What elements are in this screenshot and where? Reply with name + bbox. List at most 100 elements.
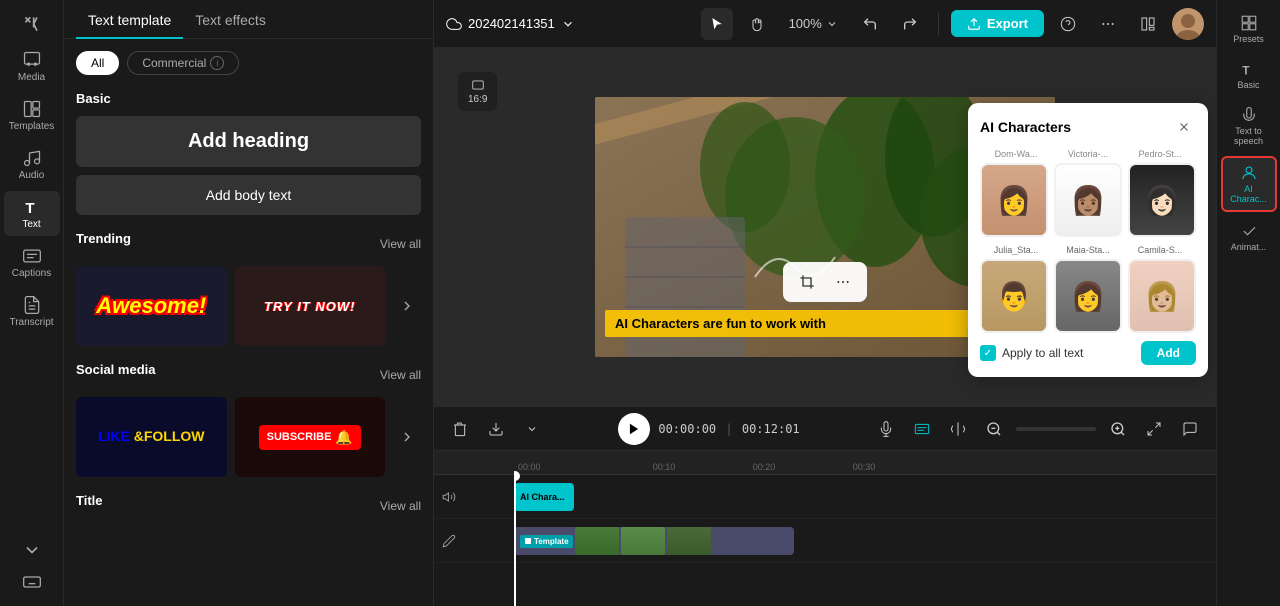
redo-icon (902, 16, 918, 32)
char-name-5: Maia-Sta... (1054, 245, 1122, 255)
social-card-2[interactable]: SUBSCRIBE 🔔 (235, 397, 386, 477)
ai-panel-close-btn[interactable] (1172, 115, 1196, 139)
delete-clip-btn[interactable] (446, 415, 474, 443)
timeline-ruler: 00:00 00:10 00:20 00:30 (514, 451, 1216, 475)
filter-commercial-btn[interactable]: Commercial i (127, 51, 239, 75)
play-icon (627, 422, 641, 436)
ai-char-card-5[interactable]: 👩 (1054, 259, 1122, 333)
ai-add-btn[interactable]: Add (1141, 341, 1196, 365)
crop-btn[interactable] (793, 268, 821, 296)
social-card-1[interactable]: LIKE &FOLLOW (76, 397, 227, 477)
project-name[interactable]: 202402141351 (446, 16, 575, 32)
sidebar-item-audio[interactable]: Audio (4, 142, 60, 187)
panel-tabs: Text template Text effects (64, 0, 433, 39)
captions-icon (914, 421, 930, 437)
add-heading-btn[interactable]: Add heading (76, 116, 421, 167)
ai-char-grid-bottom: 👨 👩 👩🏼 (980, 259, 1196, 333)
timeline-controls: 00:00:00 | 00:12:01 (434, 407, 1216, 451)
animate-label: Animat... (1231, 242, 1267, 252)
zoom-in-btn[interactable] (1104, 415, 1132, 443)
basic-text-icon: T (1240, 60, 1258, 78)
hand-tool-btn[interactable] (741, 8, 773, 40)
tab-text-template[interactable]: Text template (76, 0, 183, 38)
ai-clip[interactable]: AI Chara... (514, 483, 574, 511)
right-sidebar-presets[interactable]: Presets (1221, 8, 1277, 50)
right-sidebar-tts[interactable]: Text to speech (1221, 100, 1277, 152)
trending-card-1[interactable]: Awesome! (76, 266, 227, 346)
split-btn[interactable] (944, 415, 972, 443)
ruler-mark-0: 00:00 (514, 462, 614, 472)
title-view-all[interactable]: View all (380, 499, 421, 513)
ai-char-card-4[interactable]: 👨 (980, 259, 1048, 333)
like-follow-text: LIKE &FOLLOW (98, 428, 205, 446)
ruler-mark-30: 00:30 (814, 462, 914, 472)
sidebar-item-captions[interactable]: Captions (4, 240, 60, 285)
track-row-template: Template (514, 519, 1216, 563)
apply-all-checkbox[interactable]: ✓ (980, 345, 996, 361)
comment-btn[interactable] (1176, 415, 1204, 443)
sidebar-expand-btn[interactable] (4, 534, 60, 566)
delete-icon (452, 421, 468, 437)
sidebar-item-media[interactable]: Media (4, 44, 60, 89)
filter-all-btn[interactable]: All (76, 51, 119, 75)
chevron-down-icon (561, 17, 575, 31)
ai-char-card-3[interactable]: 👩🏻 (1128, 163, 1196, 237)
zoom-slider[interactable] (1016, 427, 1096, 431)
template-clip[interactable]: Template (514, 527, 794, 555)
trending-card-2[interactable]: TRY IT NOW! (235, 266, 386, 346)
sidebar-media-label: Media (18, 72, 45, 83)
minus-icon (986, 421, 1002, 437)
aspect-ratio-btn[interactable]: 16:9 (458, 72, 497, 111)
clip-thumb-1 (575, 527, 619, 555)
social-next-arrow[interactable] (393, 397, 421, 477)
captions-btn[interactable] (908, 415, 936, 443)
trending-next-arrow[interactable] (393, 266, 421, 346)
apply-all-row[interactable]: ✓ Apply to all text (980, 345, 1083, 361)
import-btn[interactable] (482, 415, 510, 443)
export-btn[interactable]: Export (951, 10, 1044, 37)
zoom-out-btn[interactable] (980, 415, 1008, 443)
presets-label: Presets (1233, 34, 1264, 44)
ai-char-card-6[interactable]: 👩🏼 (1128, 259, 1196, 333)
top-bar: 202402141351 100% (434, 0, 1216, 48)
tab-text-effects[interactable]: Text effects (183, 0, 278, 38)
sidebar-item-logo[interactable] (4, 8, 60, 40)
export-icon (967, 17, 981, 31)
right-sidebar-basic[interactable]: T Basic (1221, 54, 1277, 96)
avatar[interactable] (1172, 8, 1204, 40)
tts-label: Text to speech (1225, 126, 1273, 146)
undo-btn[interactable] (854, 8, 886, 40)
select-tool-btn[interactable] (701, 8, 733, 40)
crop-icon (799, 274, 815, 290)
ai-panel-title: AI Characters (980, 119, 1071, 135)
sidebar-keyboard-btn[interactable] (4, 566, 60, 598)
zoom-control[interactable]: 100% (781, 16, 846, 31)
sidebar-item-transcript[interactable]: Transcript (4, 289, 60, 334)
track-label-volume (434, 475, 514, 519)
canvas-more-btn[interactable] (829, 268, 857, 296)
filter-row: All Commercial i (76, 51, 421, 75)
title-section-title: Title (76, 493, 103, 508)
bell-icon: 🔔 (335, 429, 352, 446)
import-arrow-btn[interactable] (518, 415, 546, 443)
redo-btn[interactable] (894, 8, 926, 40)
play-btn[interactable] (618, 413, 650, 445)
social-view-all[interactable]: View all (380, 368, 421, 382)
playhead[interactable] (514, 475, 516, 606)
add-body-btn[interactable]: Add body text (76, 175, 421, 215)
fullscreen-btn[interactable] (1140, 415, 1168, 443)
help-btn[interactable] (1052, 8, 1084, 40)
sidebar-item-templates[interactable]: Templates (4, 93, 60, 138)
apply-all-label: Apply to all text (1002, 346, 1083, 360)
mic-btn[interactable] (872, 415, 900, 443)
sidebar-item-text[interactable]: T Text (4, 191, 60, 236)
trending-grid: Awesome! TRY IT NOW! (76, 266, 421, 346)
layout-btn[interactable] (1132, 8, 1164, 40)
right-sidebar-animate[interactable]: Animat... (1221, 216, 1277, 258)
ai-char-card-1[interactable]: 👩 (980, 163, 1048, 237)
right-sidebar-ai-chars[interactable]: AI Charac... (1221, 156, 1277, 212)
trending-view-all[interactable]: View all (380, 237, 421, 251)
more-btn[interactable] (1092, 8, 1124, 40)
ai-char-card-2[interactable]: 👩🏽 (1054, 163, 1122, 237)
ai-char-img-3: 👩🏻 (1130, 165, 1194, 235)
